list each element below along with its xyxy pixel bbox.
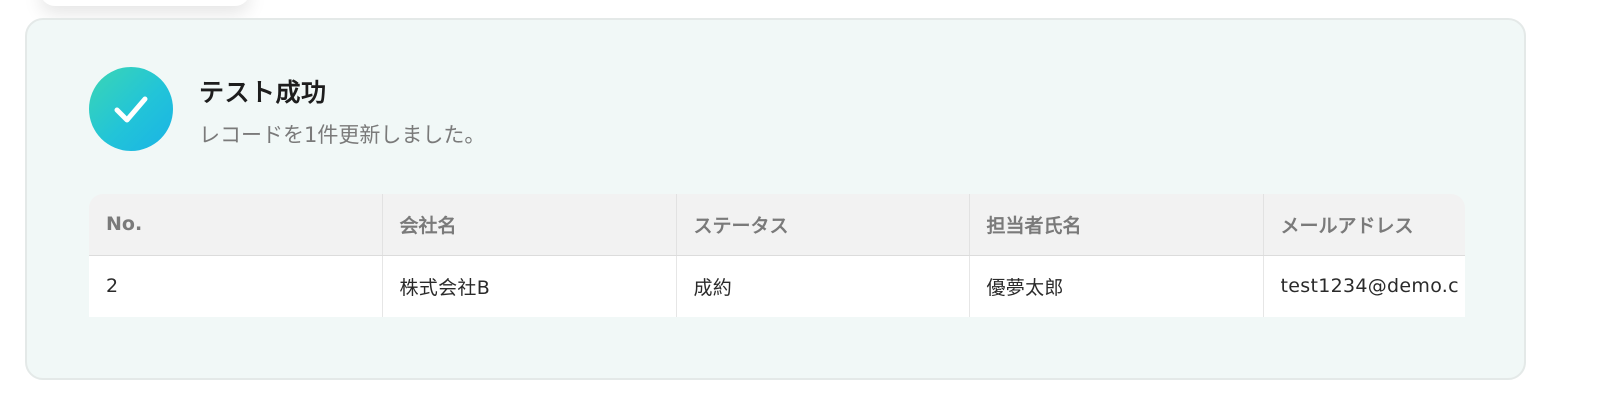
cell-status: 成約 bbox=[676, 255, 970, 317]
records-table: No. 会社名 ステータス 担当者氏名 メールアドレス 2 株式会社B 成約 優… bbox=[89, 194, 1465, 317]
check-icon bbox=[114, 96, 148, 123]
column-header-company: 会社名 bbox=[382, 194, 677, 256]
column-header-email: メールアドレス bbox=[1263, 194, 1465, 256]
cell-no: 2 bbox=[89, 255, 383, 317]
cell-email: test1234@demo.c bbox=[1263, 255, 1465, 317]
column-header-contact-name: 担当者氏名 bbox=[969, 194, 1264, 256]
cell-contact-name: 優夢太郎 bbox=[969, 255, 1264, 317]
column-header-no: No. bbox=[89, 194, 383, 256]
result-message: レコードを1件更新しました。 bbox=[199, 123, 486, 147]
records-table-wrapper: No. 会社名 ステータス 担当者氏名 メールアドレス 2 株式会社B 成約 優… bbox=[89, 194, 1465, 318]
test-result-card: テスト成功 レコードを1件更新しました。 No. 会社名 ステータス 担当者氏名… bbox=[25, 18, 1526, 380]
table-header-row: No. 会社名 ステータス 担当者氏名 メールアドレス bbox=[89, 194, 1465, 256]
result-title: テスト成功 bbox=[199, 78, 327, 107]
success-badge bbox=[89, 67, 173, 151]
column-header-status: ステータス bbox=[676, 194, 970, 256]
cell-company: 株式会社B bbox=[382, 255, 677, 317]
table-row: 2 株式会社B 成約 優夢太郎 test1234@demo.c bbox=[89, 255, 1465, 317]
previous-card-shadow bbox=[40, 0, 250, 6]
